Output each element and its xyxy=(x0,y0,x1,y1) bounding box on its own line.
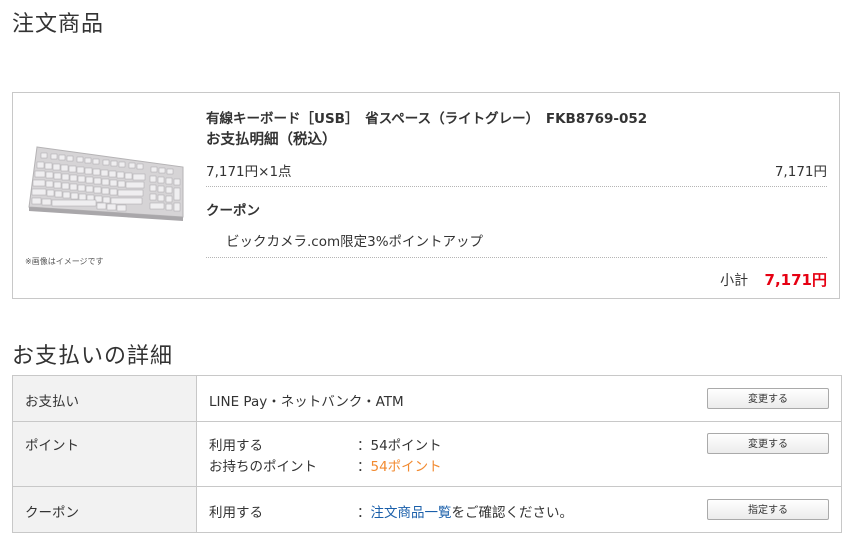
order-items-heading: 注文商品 xyxy=(12,12,105,37)
divider xyxy=(206,186,827,187)
coupon-item: ビックカメラ.com限定3%ポイントアップ xyxy=(226,234,484,250)
line-price: 7,171円 xyxy=(774,164,827,180)
points-label: ポイント xyxy=(12,421,197,487)
payment-breakdown-title: お支払明細（税込） xyxy=(206,132,337,148)
payment-details-heading: お支払いの詳細 xyxy=(12,344,174,369)
points-held-label: お持ちのポイント xyxy=(209,459,317,475)
quantity-row: 7,171円×1点 7,171円 xyxy=(206,160,827,180)
payment-method-label: お支払い xyxy=(12,375,197,422)
coupon-section-title: クーポン xyxy=(206,203,260,219)
unit-price-quantity: 7,171円×1点 xyxy=(206,164,292,180)
payment-method-value: LINE Pay・ネットバンク・ATM xyxy=(209,394,404,410)
points-row: ポイント 利用する ：54ポイント お持ちのポイント ：54ポイント 変更する xyxy=(12,421,842,487)
coupon-label: クーポン xyxy=(12,486,197,533)
coupon-instruction-suffix: をご確認ください。 xyxy=(451,505,574,521)
payment-method-row: お支払い LINE Pay・ネットバンク・ATM 変更する xyxy=(12,375,842,422)
product-name[interactable]: 有線キーボード［USB］ 省スペース（ライトグレー） FKB8769-052 xyxy=(206,107,647,127)
specify-coupon-button[interactable]: 指定する xyxy=(707,499,829,520)
subtotal-value: 7,171円 xyxy=(764,271,827,289)
keyboard-product-image[interactable] xyxy=(23,143,188,223)
order-items-list-link[interactable]: 注文商品一覧 xyxy=(371,505,452,521)
subtotal: 小計 7,171円 xyxy=(720,269,827,290)
points-held-field: ：54ポイント xyxy=(357,455,442,475)
coupon-instruction: ：注文商品一覧をご確認ください。 xyxy=(357,501,573,521)
points-held-colon: ： xyxy=(357,459,371,475)
points-use-value: ：54ポイント xyxy=(357,438,442,454)
points-use-label: 利用する xyxy=(209,438,263,454)
change-payment-button[interactable]: 変更する xyxy=(707,388,829,409)
image-disclaimer: ※画像はイメージです xyxy=(25,257,104,266)
subtotal-label: 小計 xyxy=(720,273,749,289)
order-item-card: ※画像はイメージです 有線キーボード［USB］ 省スペース（ライトグレー） FK… xyxy=(12,92,840,299)
divider xyxy=(206,257,827,258)
points-held-value: 54ポイント xyxy=(370,459,442,475)
coupon-use-label: 利用する xyxy=(209,505,263,521)
payment-details-table: お支払い LINE Pay・ネットバンク・ATM 変更する ポイント 利用する … xyxy=(12,375,842,533)
coupon-row: クーポン 利用する ：注文商品一覧をご確認ください。 指定する xyxy=(12,486,842,533)
coupon-colon: ： xyxy=(357,505,371,521)
change-points-button[interactable]: 変更する xyxy=(707,433,829,454)
